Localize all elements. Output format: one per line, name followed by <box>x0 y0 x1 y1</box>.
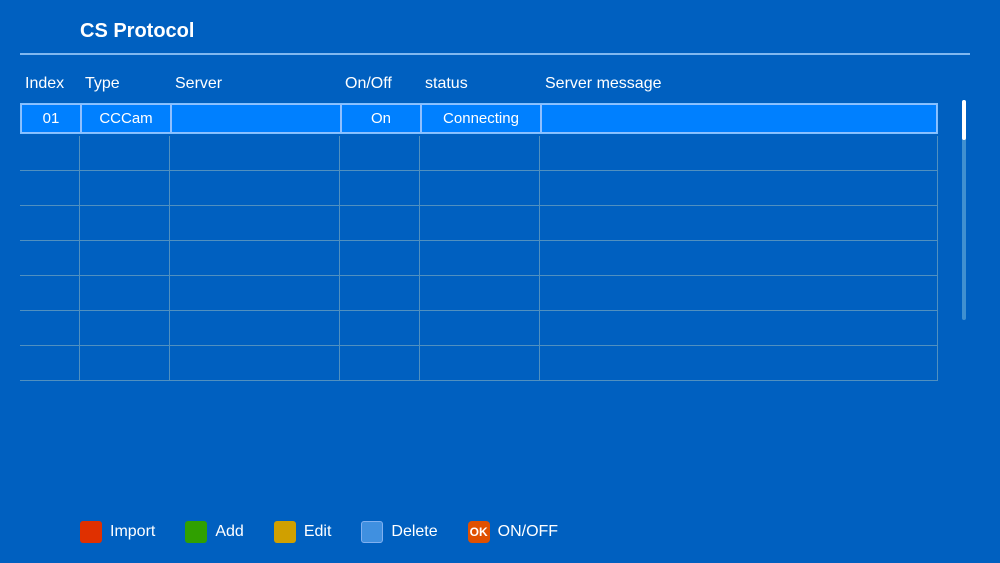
empty-row-4 <box>20 206 938 241</box>
col-status: status <box>420 75 540 93</box>
edit-icon <box>274 521 296 543</box>
add-button[interactable]: Add <box>185 521 243 543</box>
table-row[interactable]: 01 CCCam On Connecting <box>20 103 938 134</box>
bottom-bar: Import Add Edit Delete OK ON/OFF <box>80 501 970 543</box>
main-container: CS Protocol Index Type Server On/Off sta… <box>0 0 1000 563</box>
edit-label: Edit <box>304 523 332 541</box>
col-type: Type <box>80 75 170 93</box>
delete-icon <box>361 521 383 543</box>
cell-status: Connecting <box>421 104 541 133</box>
empty-row-6 <box>20 276 938 311</box>
ok-icon: OK <box>468 521 490 543</box>
table-header: Index Type Server On/Off status Server m… <box>20 70 938 98</box>
import-icon <box>80 521 102 543</box>
cell-onoff: On <box>341 104 421 133</box>
onoff-button[interactable]: OK ON/OFF <box>468 521 558 543</box>
cell-index: 01 <box>21 104 81 133</box>
page-title: CS Protocol <box>80 20 194 42</box>
edit-button[interactable]: Edit <box>274 521 332 543</box>
table-section: Index Type Server On/Off status Server m… <box>20 70 938 501</box>
col-server: Server <box>170 75 340 93</box>
cell-message <box>541 104 937 133</box>
content-area: Index Type Server On/Off status Server m… <box>20 70 970 501</box>
title-bar: CS Protocol <box>20 20 970 55</box>
scrollbar-track[interactable] <box>962 100 966 320</box>
empty-row-7 <box>20 311 938 346</box>
delete-label: Delete <box>391 523 437 541</box>
col-index: Index <box>20 75 80 93</box>
import-button[interactable]: Import <box>80 521 155 543</box>
delete-button[interactable]: Delete <box>361 521 437 543</box>
empty-row-2 <box>20 136 938 171</box>
scrollbar-area <box>958 70 970 501</box>
empty-row-8 <box>20 346 938 381</box>
add-label: Add <box>215 523 243 541</box>
empty-row-5 <box>20 241 938 276</box>
import-label: Import <box>110 523 155 541</box>
cell-type: CCCam <box>81 104 171 133</box>
empty-row-3 <box>20 171 938 206</box>
col-message: Server message <box>540 75 938 93</box>
cell-server <box>171 104 341 133</box>
onoff-label: ON/OFF <box>498 523 558 541</box>
scrollbar-thumb[interactable] <box>962 100 966 140</box>
col-onoff: On/Off <box>340 75 420 93</box>
add-icon <box>185 521 207 543</box>
